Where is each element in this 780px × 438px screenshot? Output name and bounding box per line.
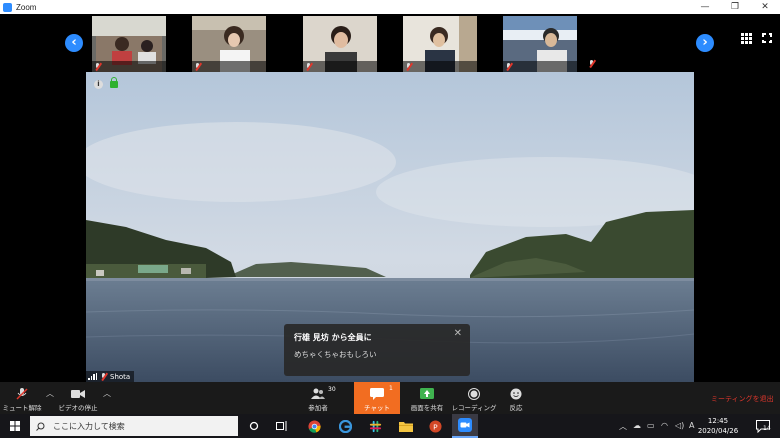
slack-icon[interactable]	[364, 414, 386, 438]
chat-notification[interactable]: 行雄 見坊 から全員に めちゃくちゃおもしろい ✕	[284, 324, 470, 376]
chevron-right-icon[interactable]: ›	[696, 34, 714, 52]
volume-icon[interactable]: ◁)	[675, 421, 684, 430]
wifi-icon[interactable]: ◠	[661, 421, 668, 430]
chat-message: めちゃくちゃおもしろい	[294, 350, 377, 359]
chevron-up-icon[interactable]: ︿	[46, 388, 54, 399]
mic-off-icon	[505, 62, 512, 71]
mic-off-icon	[100, 372, 107, 381]
task-view-icon[interactable]	[272, 414, 292, 438]
chevron-left-icon[interactable]: ‹	[65, 34, 83, 52]
chevron-up-icon[interactable]: ︿	[619, 421, 627, 432]
chat-label: チャット	[364, 404, 390, 412]
chat-icon	[370, 388, 384, 400]
search-icon	[36, 422, 45, 431]
chrome-icon[interactable]	[303, 414, 325, 438]
mic-off-icon	[405, 62, 412, 71]
windows-taskbar: ここに入力して検索 P ︿ ☁ ▭ ◠ ◁) A 12:45 2020/04/2…	[0, 414, 780, 438]
participant-thumbnail[interactable]	[586, 16, 660, 72]
record-label: レコーディング	[451, 404, 497, 412]
smiley-icon	[510, 388, 522, 400]
record-button[interactable]: レコーディング	[451, 382, 497, 414]
taskbar-search-box[interactable]: ここに入力して検索	[30, 416, 238, 436]
fullscreen-icon[interactable]	[761, 32, 773, 44]
svg-text:P: P	[433, 422, 438, 431]
stop-video-label: ビデオの停止	[58, 404, 98, 412]
ime-indicator[interactable]: A	[689, 421, 694, 430]
cloud-icon[interactable]: ☁	[633, 421, 641, 430]
speaker-nameplate: Shota	[86, 371, 135, 382]
search-placeholder: ここに入力して検索	[53, 421, 125, 431]
lock-icon[interactable]	[110, 77, 118, 88]
window-title: Zoom	[16, 2, 37, 12]
close-button[interactable]: ✕	[750, 0, 780, 14]
close-icon[interactable]: ✕	[454, 328, 462, 339]
participant-thumbnail[interactable]	[92, 16, 166, 72]
zoom-app-icon	[3, 2, 12, 12]
mic-off-icon	[194, 62, 201, 71]
minimize-button[interactable]: —	[690, 0, 720, 14]
share-screen-button[interactable]: 画面を共有	[406, 382, 448, 414]
participants-count: 30	[328, 386, 336, 393]
clock-time: 12:45	[707, 417, 729, 425]
reactions-button[interactable]: 反応	[502, 382, 530, 414]
mic-off-icon	[94, 62, 101, 71]
participant-thumbnail[interactable]	[503, 16, 577, 72]
participant-thumbnail[interactable]	[303, 16, 377, 72]
participant-thumbnail[interactable]	[192, 16, 266, 72]
gallery-view-icon[interactable]	[741, 33, 752, 44]
mic-muted-icon	[16, 388, 28, 400]
chat-unread-count: 1	[389, 385, 393, 392]
unmute-label: ミュート解除	[2, 404, 42, 412]
share-screen-icon	[420, 388, 434, 399]
participant-thumbnail[interactable]	[403, 16, 477, 72]
chevron-up-icon[interactable]: ︿	[103, 388, 111, 399]
edge-icon[interactable]	[334, 414, 356, 438]
leave-meeting-button[interactable]: ミーティングを退出	[711, 394, 774, 404]
participant-strip: ‹ ›	[0, 14, 780, 72]
file-explorer-icon[interactable]	[395, 414, 417, 438]
meeting-controls: ミュート解除 ︿ ビデオの停止 ︿ 参加者 30 チャット 1 画面を共有 レコ…	[0, 382, 780, 414]
chat-sender: 行雄 見坊 から全員に	[294, 333, 372, 342]
unmute-button[interactable]: ミュート解除	[2, 382, 42, 414]
taskbar-clock[interactable]: 12:45 2020/04/26	[697, 416, 739, 436]
participants-icon	[311, 388, 325, 399]
notification-center-icon[interactable]: 14	[752, 414, 774, 438]
stop-video-button[interactable]: ビデオの停止	[57, 382, 99, 414]
video-camera-icon	[71, 390, 85, 398]
mic-off-icon	[588, 59, 595, 68]
speaker-name: Shota	[110, 372, 131, 381]
share-screen-label: 画面を共有	[410, 404, 444, 412]
title-bar: Zoom — ❐ ✕	[0, 0, 780, 14]
info-icon[interactable]: i	[94, 80, 103, 89]
reactions-label: 反応	[509, 404, 523, 412]
mic-off-icon	[305, 62, 312, 71]
windows-start-icon[interactable]	[4, 414, 26, 438]
record-icon	[468, 388, 480, 400]
clock-date: 2020/04/26	[697, 427, 739, 435]
signal-icon	[88, 373, 97, 380]
battery-icon[interactable]: ▭	[647, 421, 655, 430]
chat-button[interactable]: チャット	[354, 382, 400, 414]
restore-button[interactable]: ❐	[720, 0, 750, 14]
notification-count: 14	[763, 425, 771, 432]
participants-label: 参加者	[308, 404, 328, 412]
zoom-taskbar-icon[interactable]	[452, 414, 478, 438]
cortana-icon[interactable]	[244, 414, 264, 438]
powerpoint-icon[interactable]: P	[424, 414, 446, 438]
